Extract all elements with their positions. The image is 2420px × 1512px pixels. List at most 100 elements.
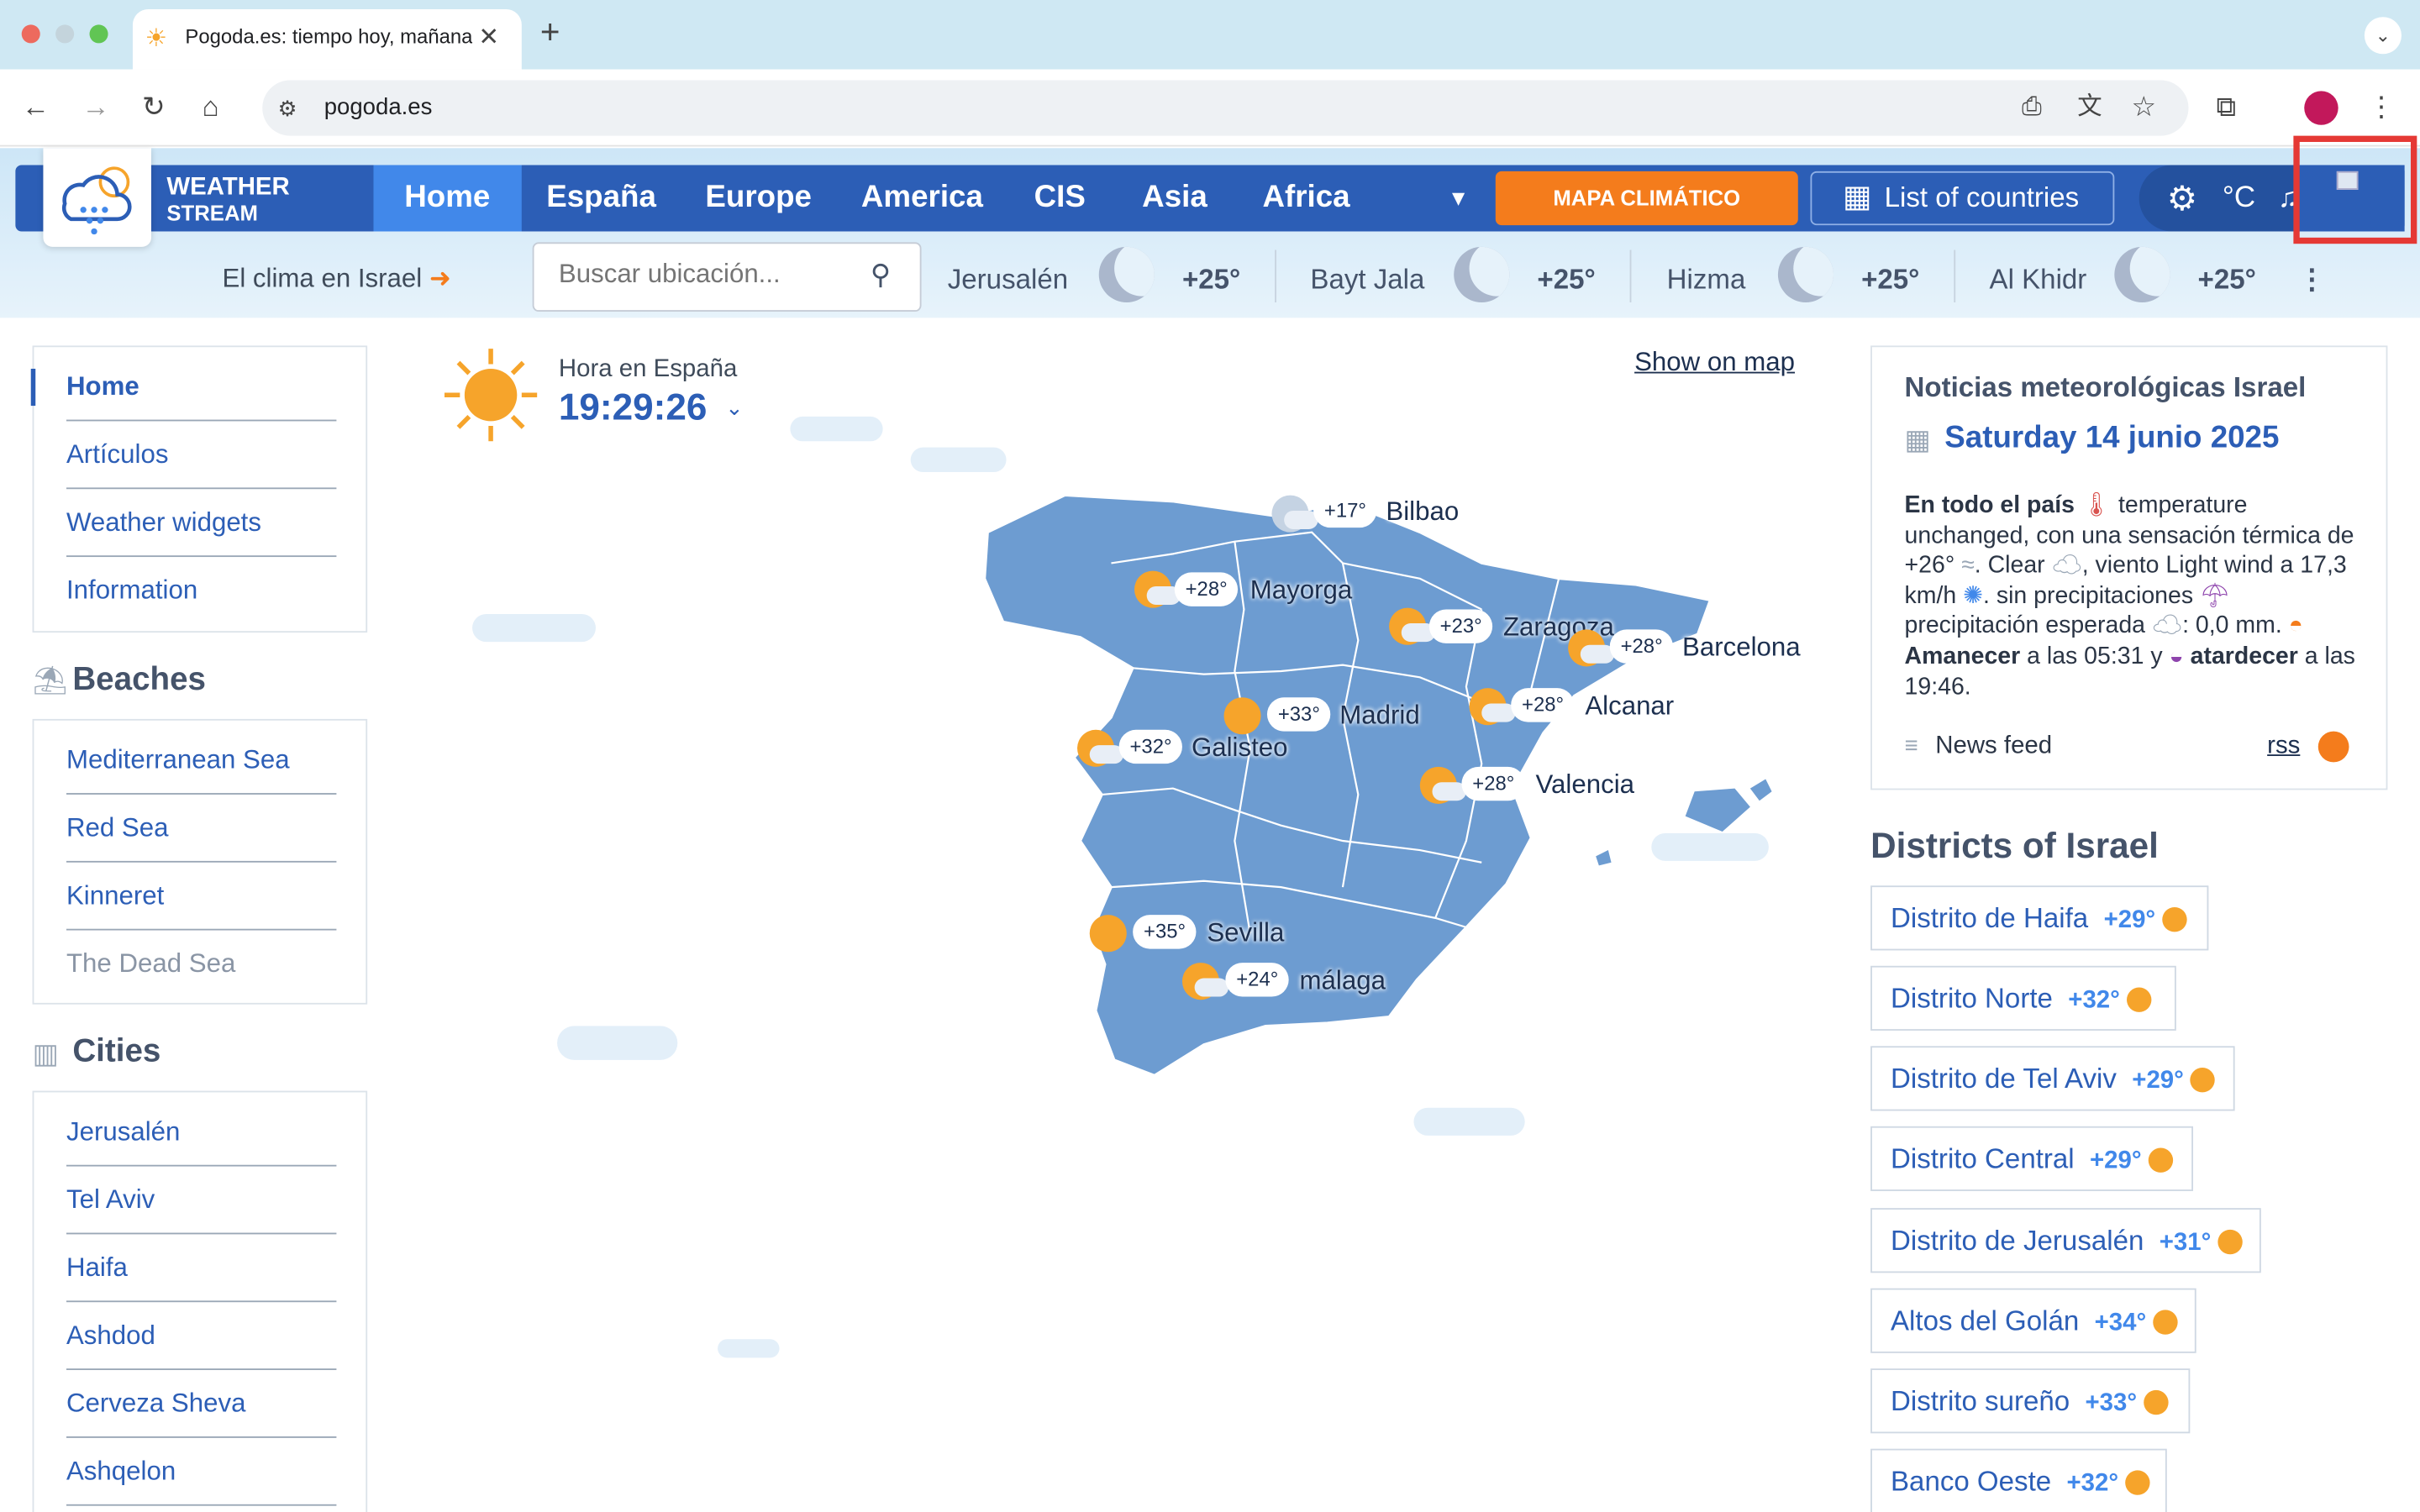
cloud-weather-icon [1271,495,1318,533]
close-tab-icon[interactable]: ✕ [478,24,499,55]
district-item[interactable]: Distrito de Tel Aviv +29° [1870,1046,2235,1111]
address-bar[interactable]: ⚙ pogoda.es ⎙ 文 ☆ [262,80,2189,136]
menu-item-widgets[interactable]: Weather widgets [66,489,337,558]
map-temp-badge[interactable]: +17° [1313,493,1377,528]
top-city-name[interactable]: Bayt Jala [1310,264,1424,297]
browser-tab[interactable]: ☀ Pogoda.es: tiempo hoy, mañana ✕ [132,9,522,70]
grid-icon: ▦ [1843,180,1872,215]
reload-button[interactable]: ↻ [142,91,166,122]
district-item[interactable]: Altos del Golán +34° [1870,1288,2196,1353]
district-item[interactable]: Distrito sureño +33° [1870,1368,2191,1434]
clock-time[interactable]: 19:29:26 [559,387,707,430]
city-item[interactable]: Cerveza Sheva [66,1370,337,1438]
district-item[interactable]: Distrito Norte +32° [1870,965,2176,1031]
map-temp-badge[interactable]: +23° [1428,609,1493,643]
sunset-label: atardecer [2190,643,2298,670]
sun-icon [444,349,538,442]
rss-link[interactable]: rss [2267,732,2300,760]
district-temp: +29° [2103,907,2156,934]
map-city-label[interactable]: Mayorga [1250,575,1352,606]
map-city-label[interactable]: Bilbao [1386,496,1459,528]
district-item[interactable]: Distrito Central +29° [1870,1126,2194,1191]
list-of-countries-label: List of countries [1884,181,2080,213]
forward-button[interactable]: → [82,91,109,122]
show-on-map-link[interactable]: Show on map [1634,347,1795,378]
beach-item[interactable]: The Dead Sea [66,931,336,999]
map-temp-badge[interactable]: +28° [1609,629,1674,664]
map-city-label[interactable]: Barcelona [1682,633,1801,664]
beach-item[interactable]: Kinneret [66,863,337,931]
map-temp-badge[interactable]: +28° [1461,766,1526,801]
map-city-label[interactable]: Alcanar [1585,691,1674,722]
map-city-label[interactable]: Valencia [1536,770,1634,801]
profile-avatar[interactable] [2304,91,2338,125]
news-feed-link[interactable]: News feed [1935,732,2052,760]
logo[interactable] [43,148,152,247]
city-item[interactable]: Tel Aviv [66,1167,337,1235]
more-cities-menu-icon[interactable]: ⋮ [2298,264,2326,297]
map-city-label[interactable]: Galisteo [1192,732,1288,764]
nav-cis[interactable]: CIS [1034,165,1086,232]
city-item[interactable]: Ashqelon [66,1438,337,1506]
nav-europe[interactable]: Europe [705,165,812,232]
top-city-name[interactable]: Jerusalén [948,264,1068,297]
map-temp-badge[interactable]: +28° [1174,572,1239,606]
nav-asia[interactable]: Asia [1142,165,1207,232]
sun-icon [2143,1390,2168,1415]
url-text[interactable]: pogoda.es [324,94,433,120]
install-icon[interactable]: ⎙ [2022,92,2042,123]
search-input[interactable] [558,259,868,291]
map-temp-badge[interactable]: +28° [1511,688,1575,722]
top-city-name[interactable]: Hizma [1667,264,1746,297]
site-settings-icon[interactable]: ⚙ [278,92,297,123]
map-city-label[interactable]: Sevilla [1207,918,1284,949]
maximize-window-button[interactable] [89,24,108,44]
browser-menu-icon[interactable]: ⋮ [2368,91,2396,122]
district-item[interactable]: Distrito de Jerusalén +31° [1870,1208,2261,1273]
close-window-button[interactable] [21,24,40,44]
unit-toggle[interactable]: °C [2223,182,2255,216]
nav-home[interactable]: Home [373,165,522,232]
climate-israel-link[interactable]: El clima en Israel ➜ [222,264,451,295]
map-temp-badge[interactable]: +32° [1118,729,1183,764]
spain-map[interactable] [972,486,1775,1088]
city-item[interactable]: Jerusalén [66,1099,337,1167]
nav-africa[interactable]: Africa [1262,165,1349,232]
settings-group: ⚙ °C ♫ [2139,165,2299,232]
settings-gear-icon[interactable]: ⚙ [2167,179,2197,219]
beach-item[interactable]: Red Sea [66,795,337,863]
time-chevron-icon[interactable]: ⌄ [725,395,744,421]
bookmark-star-icon[interactable]: ☆ [2132,91,2157,122]
beach-item[interactable]: Mediterranean Sea [66,727,337,795]
list-of-countries-button[interactable]: ▦ List of countries [1810,171,2115,226]
nav-america[interactable]: America [861,165,983,232]
map-temp-badge[interactable]: +35° [1133,915,1197,949]
location-search[interactable]: ⚲ [532,242,922,312]
rss-icon[interactable] [2317,731,2349,763]
district-item[interactable]: Distrito de Haifa +29° [1870,885,2209,951]
logo-text[interactable]: WEATHER STREAM [166,175,289,225]
mapa-climatico-button[interactable]: MAPA CLIMÁTICO [1495,171,1798,226]
city-item[interactable]: Haifa [66,1234,337,1303]
map-temp-badge[interactable]: +24° [1225,963,1290,997]
minimize-window-button[interactable] [55,24,75,44]
nav-more-chevron-icon[interactable]: ▼ [1448,165,1469,232]
menu-item-home[interactable]: Home [66,354,337,422]
menu-item-articles[interactable]: Artículos [66,421,337,490]
top-city-name[interactable]: Al Khidr [1990,264,2087,297]
new-tab-button[interactable]: + [540,14,560,48]
district-item[interactable]: Banco Oeste +32° [1870,1448,2167,1512]
extensions-icon[interactable]: ⧉ [2217,91,2237,122]
translate-icon[interactable]: 文 [2077,92,2102,123]
map-city-label[interactable]: Madrid [1339,701,1419,732]
tab-search-button[interactable]: ⌄ [2364,17,2402,55]
tab-title: Pogoda.es: tiempo hoy, mañana [185,24,473,48]
menu-item-information[interactable]: Information [66,557,336,625]
map-temp-badge[interactable]: +33° [1266,697,1331,732]
home-button[interactable]: ⌂ [203,91,219,122]
back-button[interactable]: ← [22,91,50,122]
map-city-label[interactable]: málaga [1300,966,1386,997]
city-item[interactable]: Ashdod [66,1302,337,1371]
location-pin-icon[interactable]: ⚲ [871,260,891,292]
nav-espana[interactable]: España [546,165,656,232]
